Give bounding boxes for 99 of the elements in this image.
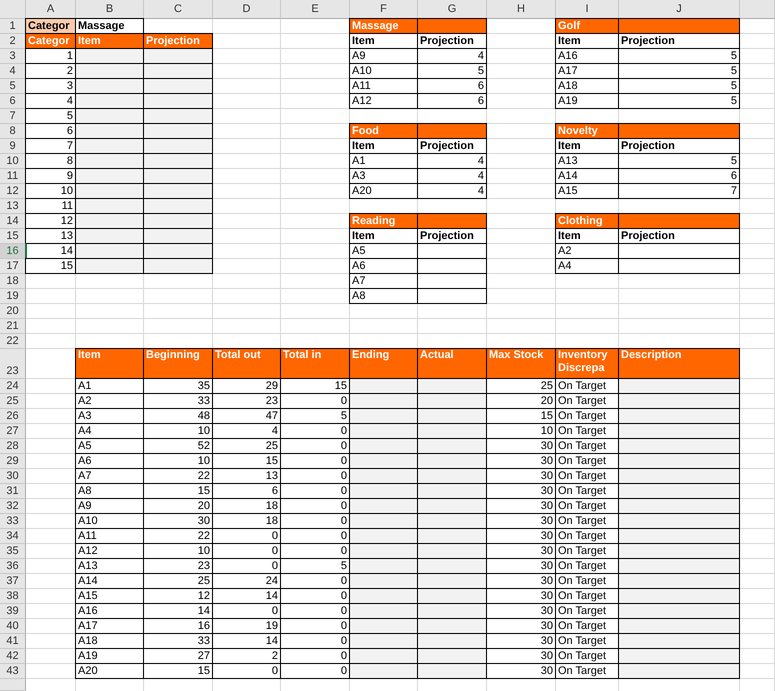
row-header[interactable]: 36: [0, 559, 26, 574]
table-cell: 4: [417, 183, 487, 199]
group-title: Food: [349, 123, 418, 139]
select-all-corner[interactable]: [0, 0, 26, 19]
row-header[interactable]: 9: [0, 139, 26, 154]
group-title: Clothing: [555, 213, 619, 229]
category-label: Categor: [25, 18, 76, 34]
row-header[interactable]: 17: [0, 259, 26, 274]
row-header[interactable]: 32: [0, 499, 26, 514]
row-header[interactable]: 3: [0, 49, 26, 64]
column-header[interactable]: G: [418, 0, 487, 19]
table-cell: 6: [417, 93, 487, 109]
row-header[interactable]: 15: [0, 229, 26, 244]
column-heading: Beginning: [143, 348, 213, 379]
row-header[interactable]: 31: [0, 484, 26, 499]
row-header[interactable]: 4: [0, 64, 26, 79]
column-heading: Ending: [349, 348, 418, 379]
table-cell: A4: [555, 258, 619, 274]
table-cell: A19: [555, 93, 619, 109]
table-cell: 10: [25, 183, 76, 199]
table-cell: 14: [25, 243, 76, 259]
row-header[interactable]: 25: [0, 394, 26, 409]
row-header[interactable]: 14: [0, 214, 26, 229]
row-header[interactable]: 35: [0, 544, 26, 559]
row-header[interactable]: 7: [0, 109, 26, 124]
row-header[interactable]: 41: [0, 634, 26, 649]
table-cell: A12: [349, 93, 418, 109]
row-header[interactable]: 39: [0, 604, 26, 619]
group-title: Reading: [349, 213, 418, 229]
table-cell: 4: [25, 93, 76, 109]
column-heading: Item: [75, 348, 144, 379]
row-header[interactable]: 16: [0, 244, 26, 259]
column-heading: Max Stock: [486, 348, 556, 379]
column-header[interactable]: A: [26, 0, 76, 19]
row-header[interactable]: 37: [0, 574, 26, 589]
column-heading: Item: [75, 33, 144, 49]
row-header[interactable]: 6: [0, 94, 26, 109]
row-header[interactable]: 22: [0, 334, 26, 349]
column-heading: Categor: [25, 33, 76, 49]
title-bar: [417, 123, 487, 139]
table-cell: A15: [555, 183, 619, 199]
table-cell: 15: [25, 258, 76, 274]
column-heading: Inventory Discrepa: [555, 348, 619, 379]
row-header[interactable]: 23: [0, 349, 26, 379]
row-header[interactable]: 10: [0, 154, 26, 169]
title-bar: [417, 18, 487, 34]
column-header[interactable]: J: [619, 0, 740, 19]
row-header[interactable]: 26: [0, 409, 26, 424]
column-header[interactable]: C: [144, 0, 213, 19]
row-header[interactable]: 12: [0, 184, 26, 199]
group-title: Novelty: [555, 123, 619, 139]
row-header[interactable]: 27: [0, 424, 26, 439]
row-header[interactable]: 24: [0, 379, 26, 394]
column-header[interactable]: B: [76, 0, 144, 19]
group-title: Golf: [555, 18, 619, 34]
column-header[interactable]: [740, 0, 775, 19]
row-header[interactable]: 28: [0, 439, 26, 454]
table-cell: A20: [349, 183, 418, 199]
column-header[interactable]: D: [213, 0, 281, 19]
row-header[interactable]: 40: [0, 619, 26, 634]
group-title: Massage: [349, 18, 418, 34]
table-cell: 0: [280, 663, 350, 679]
row-header[interactable]: 43: [0, 664, 26, 679]
row-header[interactable]: 13: [0, 199, 26, 214]
column-heading: Total out: [212, 348, 281, 379]
column-heading: Description: [618, 348, 740, 379]
row-header[interactable]: 33: [0, 514, 26, 529]
column-heading: Actual: [417, 348, 487, 379]
row-header[interactable]: 19: [0, 289, 26, 304]
row-header[interactable]: 1: [0, 19, 26, 34]
row-header[interactable]: 5: [0, 79, 26, 94]
column-heading: Total in: [280, 348, 350, 379]
row-header[interactable]: 20: [0, 304, 26, 319]
row-header[interactable]: 34: [0, 529, 26, 544]
column-header[interactable]: F: [350, 0, 418, 19]
column-heading: Projection: [143, 33, 213, 49]
title-bar: [417, 213, 487, 229]
row-header[interactable]: 18: [0, 274, 26, 289]
table-cell: 30: [486, 663, 556, 679]
table-cell: 5: [618, 93, 740, 109]
table-cell: On Target: [555, 663, 619, 679]
row-header[interactable]: 38: [0, 589, 26, 604]
table-cell: 15: [143, 663, 213, 679]
column-header[interactable]: E: [281, 0, 350, 19]
category-value: Massage: [75, 18, 144, 34]
row-header[interactable]: 11: [0, 169, 26, 184]
row-header[interactable]: 30: [0, 469, 26, 484]
row-header[interactable]: [0, 679, 26, 691]
column-header[interactable]: H: [487, 0, 556, 19]
table-cell: A8: [349, 288, 418, 304]
row-header[interactable]: 2: [0, 34, 26, 49]
table-cell: A20: [75, 663, 144, 679]
table-cell: 0: [212, 663, 281, 679]
column-header[interactable]: I: [556, 0, 619, 19]
row-header[interactable]: 29: [0, 454, 26, 469]
row-header[interactable]: 42: [0, 649, 26, 664]
row-header[interactable]: 21: [0, 319, 26, 334]
row-header[interactable]: 8: [0, 124, 26, 139]
table-cell: 7: [618, 183, 740, 199]
